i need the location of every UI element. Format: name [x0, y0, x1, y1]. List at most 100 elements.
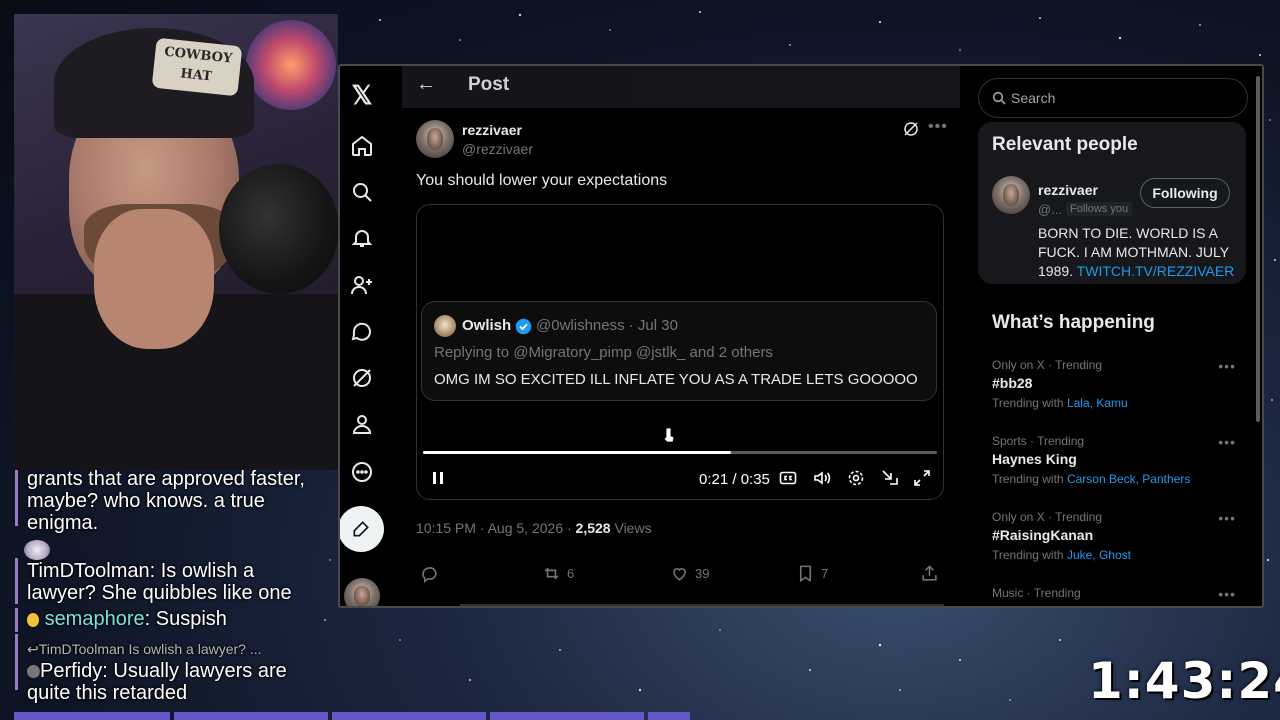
more-circle-icon[interactable]: [349, 460, 375, 486]
messages-icon[interactable]: [349, 320, 375, 346]
share-icon: [922, 565, 937, 581]
trend-with-links[interactable]: Carson Beck, Panthers: [1067, 472, 1190, 486]
person-handle[interactable]: @...: [1038, 202, 1062, 217]
explore-icon[interactable]: [349, 180, 375, 206]
chat-username[interactable]: semaphore: [45, 608, 145, 630]
repost-button[interactable]: 6: [542, 564, 574, 583]
chat-badge-icon: [27, 665, 40, 679]
author-avatar[interactable]: [416, 120, 454, 158]
post-column: ← Post rezzivaer @rezzivaer ••• You shou…: [402, 66, 960, 606]
bookmark-button[interactable]: 7: [796, 564, 828, 583]
settings-gear-icon[interactable]: [847, 469, 865, 491]
search-input[interactable]: [1011, 88, 1231, 108]
quoted-post[interactable]: Owlish @0wlishness · Jul 30 Replying to …: [421, 301, 937, 401]
trend-more-icon[interactable]: •••: [1218, 434, 1236, 450]
trend-item[interactable]: Music · Trending •••: [992, 586, 1242, 602]
pause-icon[interactable]: [429, 469, 447, 491]
quoted-handle-date: @0wlishness · Jul 30: [536, 317, 678, 334]
share-button[interactable]: [920, 564, 939, 583]
chat-bar: [15, 558, 18, 604]
video-progress-fill: [423, 451, 732, 454]
post-timestamp[interactable]: 10:15 PM · Aug 5, 2026 ·: [416, 520, 576, 536]
profile-icon[interactable]: [349, 412, 375, 438]
verified-badge-icon: [515, 318, 532, 335]
trend-item[interactable]: Only on X · Trending #RaisingKanan Trend…: [992, 510, 1242, 562]
person-bio: BORN TO DIE. WORLD IS A FUCK. I AM MOTHM…: [1038, 224, 1238, 281]
chat-username[interactable]: Perfidy: [40, 660, 102, 682]
grok-icon[interactable]: [349, 366, 375, 392]
stream-chat: grants that are approved faster, maybe? …: [14, 470, 316, 706]
person-hand: [94, 209, 214, 349]
trend-more-icon[interactable]: •••: [1218, 510, 1236, 526]
repost-count: 6: [567, 566, 575, 581]
person-avatar[interactable]: [992, 176, 1030, 214]
whats-happening-title: What’s happening: [992, 312, 1155, 333]
dock-video-icon[interactable]: [881, 469, 899, 491]
trend-with-label: Trending with: [992, 472, 1067, 486]
trend-name: #RaisingKanan: [992, 527, 1094, 543]
chat-message-text: Suspish: [155, 608, 227, 630]
more-options-icon[interactable]: •••: [928, 118, 948, 136]
notifications-icon[interactable]: [349, 226, 375, 252]
trend-item[interactable]: Only on X · Trending #bb28 Trending with…: [992, 358, 1242, 410]
video-progress-bar[interactable]: [423, 451, 937, 454]
post-header: ← Post: [402, 66, 960, 108]
trend-related: Trending with Juke, Ghost: [992, 548, 1242, 562]
trend-category: Only on X · Trending: [992, 510, 1103, 524]
following-button[interactable]: Following: [1140, 178, 1230, 208]
compose-post-button[interactable]: [340, 506, 384, 552]
like-button[interactable]: 39: [670, 564, 709, 583]
bookmark-count: 7: [821, 566, 829, 581]
account-avatar[interactable]: [344, 578, 380, 606]
trend-with-links[interactable]: Lala, Kamu: [1067, 396, 1128, 410]
chat-badge-icon: [27, 612, 39, 627]
chat-message: Perfidy: Usually lawyers are quite this …: [27, 660, 316, 704]
trend-category: Music · Trending: [992, 586, 1081, 600]
chat-reply-context: ↩TimDToolman Is owlish a lawyer? ...: [27, 638, 316, 660]
chat-separator: :: [149, 560, 161, 582]
back-arrow-icon[interactable]: ←: [416, 73, 436, 96]
trend-with-links[interactable]: Juke, Ghost: [1067, 548, 1131, 562]
webcam-feed: COWBOY HAT: [14, 14, 338, 470]
reply-icon: ↩: [27, 641, 39, 657]
trend-related: Trending with Lala, Kamu: [992, 396, 1242, 410]
trend-category: Only on X · Trending: [992, 358, 1103, 372]
heart-icon: [673, 568, 686, 581]
search-bar[interactable]: [978, 78, 1248, 118]
right-sidebar: Relevant people rezzivaer @... Follows y…: [978, 66, 1248, 606]
chat-username[interactable]: TimDToolman: [27, 560, 150, 582]
grok-icon[interactable]: [902, 120, 920, 138]
captions-icon[interactable]: [779, 469, 797, 491]
chat-bar: [15, 470, 18, 526]
trend-more-icon[interactable]: •••: [1218, 586, 1236, 602]
bottom-strip-segment: [648, 712, 690, 720]
video-player[interactable]: Owlish @0wlishness · Jul 30 Replying to …: [416, 204, 944, 500]
video-time: 0:21 / 0:35: [699, 471, 770, 488]
home-icon[interactable]: [349, 134, 375, 160]
trend-name: #bb28: [992, 375, 1033, 391]
trend-more-icon[interactable]: •••: [1218, 358, 1236, 374]
page-title: Post: [468, 74, 510, 95]
follow-icon[interactable]: [349, 273, 375, 299]
trend-item[interactable]: Sports · Trending Haynes King Trending w…: [992, 434, 1242, 486]
mouse-cursor-icon: [663, 427, 675, 443]
repost-icon: [544, 567, 559, 580]
browser-window: 𝕏 ← Post rezzivaer @rezzivaer ••• You sh…: [338, 64, 1264, 608]
quoted-text: OMG IM SO EXCITED ILL INFLATE YOU AS A T…: [434, 371, 918, 388]
x-logo-icon[interactable]: 𝕏: [349, 82, 375, 108]
scrollbar[interactable]: [1256, 76, 1260, 422]
author-handle[interactable]: @rezzivaer: [462, 141, 533, 157]
author-name[interactable]: rezzivaer: [462, 122, 522, 138]
compose-icon: [353, 521, 369, 537]
cap-patch: COWBOY HAT: [151, 37, 243, 97]
volume-icon[interactable]: [813, 469, 831, 491]
trend-category: Sports · Trending: [992, 434, 1085, 448]
post-meta: 10:15 PM · Aug 5, 2026 · 2,528 Views: [416, 520, 652, 536]
reply-button[interactable]: [420, 564, 445, 583]
person-name[interactable]: rezzivaer: [1038, 182, 1098, 198]
divider: [460, 604, 944, 606]
person-bio-link[interactable]: TWITCH.TV/REZZIVAER: [1077, 263, 1235, 279]
person-cap: COWBOY HAT: [54, 28, 254, 138]
chat-reply-text: TimDToolman Is owlish a lawyer? ...: [38, 641, 262, 657]
fullscreen-icon[interactable]: [913, 469, 931, 491]
